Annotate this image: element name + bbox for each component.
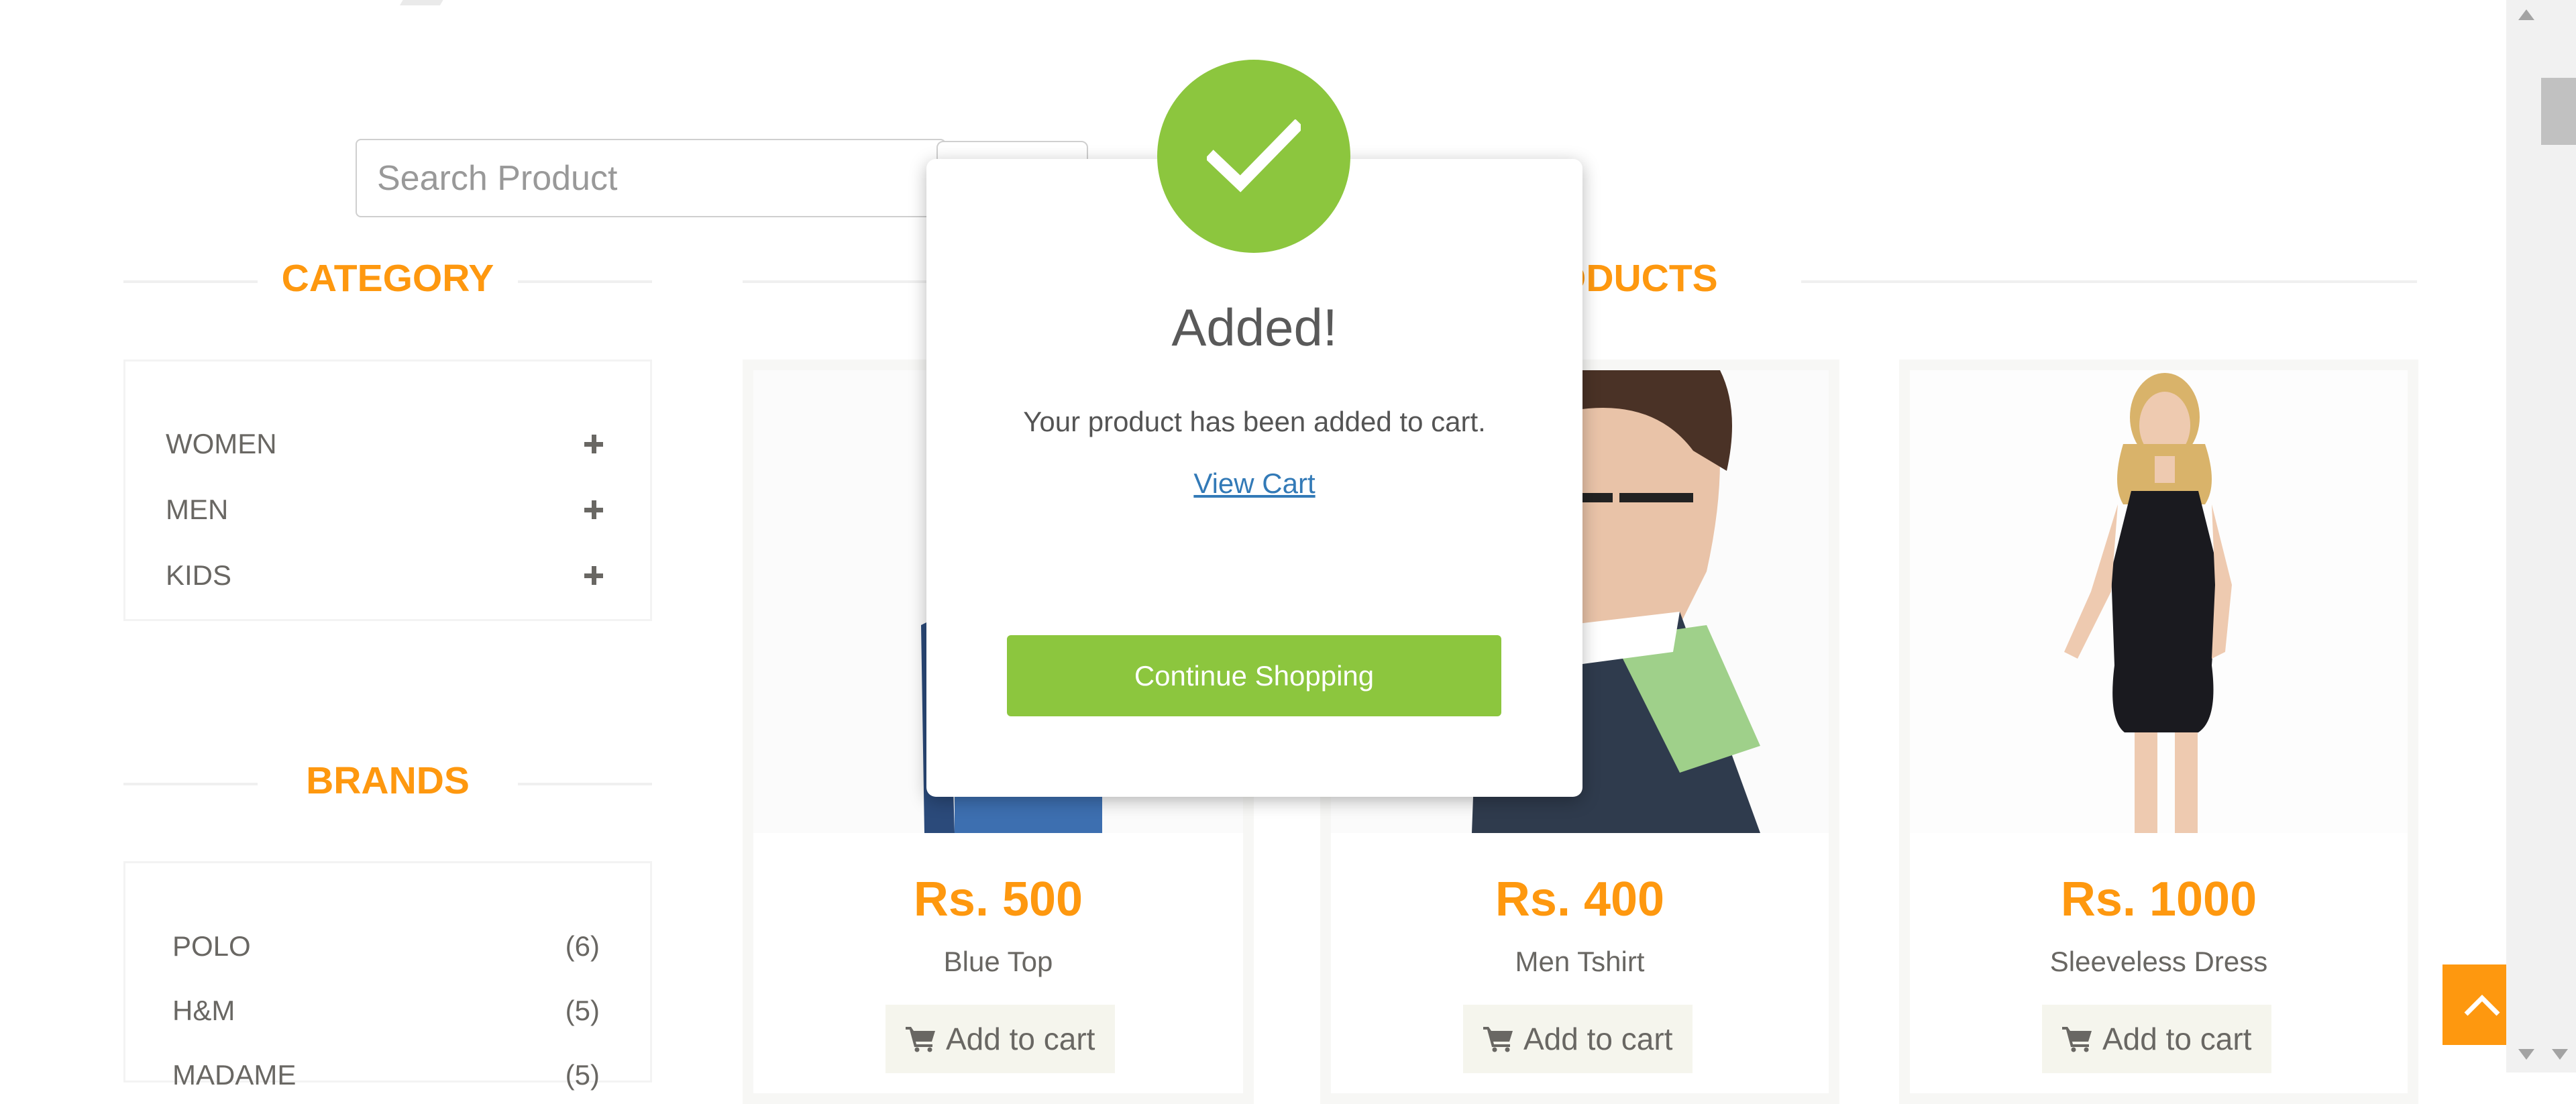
title-divider [518,783,652,785]
plus-icon[interactable] [584,500,603,519]
category-item-men[interactable]: MEN [166,486,603,533]
brand-item-madame[interactable]: MADAME (5) [172,1052,600,1099]
category-item-women[interactable]: WOMEN [166,421,603,467]
scroll-down-arrow-icon[interactable] [2552,1049,2568,1060]
title-divider [518,280,652,283]
success-circle [1157,60,1350,253]
brand-item-polo[interactable]: POLO (6) [172,923,600,970]
view-cart-link[interactable]: View Cart [1193,467,1315,499]
category-panel: WOMEN MEN KIDS [123,360,652,621]
title-divider [123,280,258,283]
brand-item-hm[interactable]: H&M (5) [172,987,600,1034]
scroll-up-arrow-icon[interactable] [2518,9,2534,20]
add-to-cart-button[interactable]: Add to cart [2042,1005,2272,1073]
add-to-cart-button[interactable]: Add to cart [885,1005,1116,1073]
checkmark-icon [1207,119,1301,192]
brand-label: POLO [172,930,251,962]
add-to-cart-label: Add to cart [946,1022,1095,1056]
product-name: Blue Top [943,946,1053,977]
search-input[interactable] [356,139,946,217]
category-item-kids[interactable]: KIDS [166,552,603,599]
cart-icon [1483,1027,1513,1052]
add-to-cart-label: Add to cart [2102,1022,2252,1056]
title-divider [1801,280,2417,283]
chevron-up-icon [2464,995,2500,1016]
header-decoration [399,0,446,5]
view-cart-link-wrapper: View Cart [926,467,1582,500]
add-to-cart-label: Add to cart [1523,1022,1673,1056]
product-name: Men Tshirt [1515,946,1645,977]
scrollbar-thumb[interactable] [2541,78,2576,145]
brand-count: (6) [565,930,600,962]
cart-icon [906,1027,935,1052]
modal-message: Your product has been added to cart. [1023,406,1486,437]
title-divider [123,783,258,785]
plus-icon[interactable] [584,566,603,585]
brands-panel: POLO (6) H&M (5) MADAME (5) [123,861,652,1091]
category-label: MEN [166,494,229,525]
brand-count: (5) [565,995,600,1026]
scrollbar-track[interactable] [2506,0,2576,1072]
category-label: WOMEN [166,428,277,459]
modal-title: Added! [1171,298,1338,357]
scroll-down-arrow-icon[interactable] [2518,1049,2534,1060]
brand-label: H&M [172,995,235,1026]
category-label: KIDS [166,559,232,591]
product-image [1910,370,2408,833]
product-name: Sleeveless Dress [2049,946,2268,977]
category-title: CATEGORY [281,257,494,300]
plus-icon[interactable] [584,435,603,453]
add-to-cart-button[interactable]: Add to cart [1463,1005,1693,1073]
brands-title: BRANDS [306,759,470,802]
product-price: Rs. 1000 [2060,873,2257,926]
cart-icon [2062,1027,2092,1052]
product-price: Rs. 400 [1495,873,1665,926]
continue-shopping-button[interactable]: Continue Shopping [1007,635,1501,716]
brand-label: MADAME [172,1059,297,1091]
product-card: Rs. 1000 Sleeveless Dress Add to cart [1899,360,2418,1104]
brand-count: (5) [565,1059,600,1091]
product-price: Rs. 500 [913,873,1083,926]
